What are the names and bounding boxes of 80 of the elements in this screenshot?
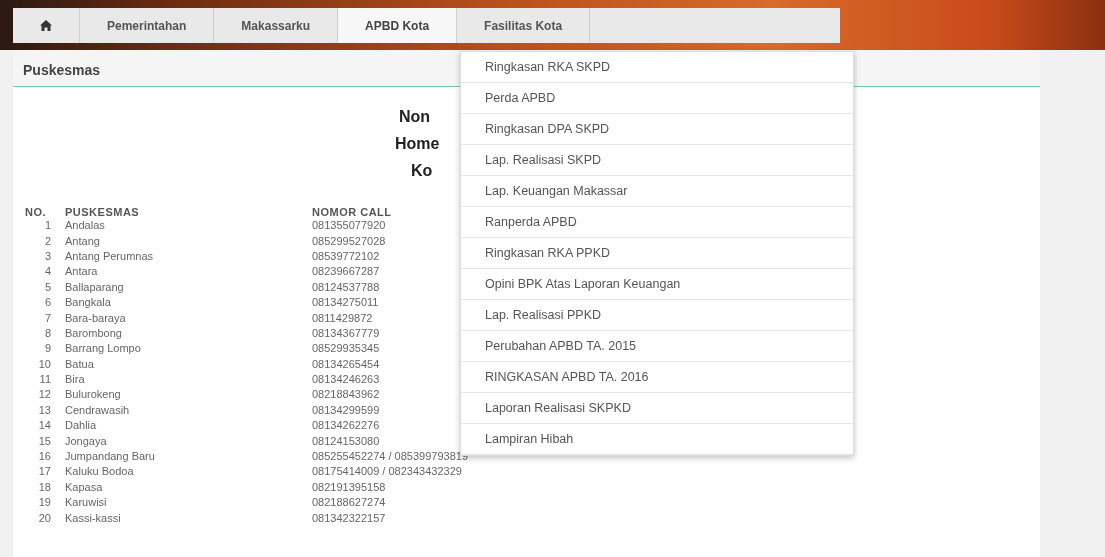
menu-item[interactable]: Ranperda APBD xyxy=(461,207,853,238)
menu-item[interactable]: Ringkasan RKA SKPD xyxy=(461,52,853,83)
menu-item[interactable]: RINGKASAN APBD TA. 2016 xyxy=(461,362,853,393)
table-cell: 08134275011 xyxy=(312,296,379,309)
heading-line: Home xyxy=(395,134,440,154)
table-cell: Cendrawasih xyxy=(65,403,130,416)
table-cell: 6 xyxy=(44,296,51,309)
menu-item[interactable]: Perubahan APBD TA. 2015 xyxy=(461,331,853,362)
column-header: NO. xyxy=(25,206,47,218)
table-cell: 0811429872 xyxy=(312,311,373,324)
table-cell: 08134262276 xyxy=(312,419,380,432)
table-cell: 1 xyxy=(44,219,51,232)
nav-tab[interactable]: APBD Kota xyxy=(338,8,458,43)
table-cell: 085299527028 xyxy=(312,234,386,247)
table-cell: Antang xyxy=(65,234,100,247)
table-cell: 13 xyxy=(38,403,51,416)
table-cell: 08134367779 xyxy=(312,326,380,339)
table-cell: 3 xyxy=(44,249,51,262)
menu-item[interactable]: Ringkasan DPA SKPD xyxy=(461,114,853,145)
table-cell: Jumpandang Baru xyxy=(65,450,155,463)
table-cell: 08539772102 xyxy=(312,249,380,262)
table-cell: 08134299599 xyxy=(312,403,380,416)
table-cell: 11 xyxy=(39,373,51,386)
table-cell: 08124537788 xyxy=(312,280,380,293)
table-cell: 082191395158 xyxy=(312,480,386,493)
table-cell: Bangkala xyxy=(65,296,111,309)
table-cell: 082188627274 xyxy=(312,496,386,509)
table-cell: 2 xyxy=(44,234,51,247)
menu-item[interactable]: Perda APBD xyxy=(461,83,853,114)
menu-item[interactable]: Lap. Realisasi SKPD xyxy=(461,145,853,176)
table-cell: 20 xyxy=(38,511,51,524)
table-cell: Bulurokeng xyxy=(65,388,121,401)
table-cell: Bara-baraya xyxy=(65,311,126,324)
table-cell: Antang Perumnas xyxy=(65,249,154,262)
table-cell: 08134265454 xyxy=(312,357,380,370)
table-cell: 08134246263 xyxy=(312,373,380,386)
heading-line: Ko xyxy=(411,161,433,181)
table-cell: 08239667287 xyxy=(312,265,380,278)
table-cell: 081355077920 xyxy=(312,219,386,232)
table-cell: Batua xyxy=(65,357,94,370)
table-cell: 08529935345 xyxy=(312,342,380,355)
table-cell: 15 xyxy=(38,434,51,447)
table-cell: Andalas xyxy=(65,219,105,232)
table-cell: 18 xyxy=(38,480,51,493)
table-cell: 8 xyxy=(44,326,51,339)
table-cell: 12 xyxy=(38,388,51,401)
table-cell: Antara xyxy=(65,265,98,278)
menu-item[interactable]: Ringkasan RKA PPKD xyxy=(461,238,853,269)
table-cell: 08124153080 xyxy=(312,434,380,447)
table-cell: 10 xyxy=(38,357,51,370)
table-cell: 08175414009 / 082343432329 xyxy=(312,465,462,478)
table-cell: Dahlia xyxy=(65,419,97,432)
table-cell: Kapasa xyxy=(65,480,103,493)
table-cell: 5 xyxy=(44,280,51,293)
table-cell: 16 xyxy=(38,450,51,463)
table-cell: Kaluku Bodoa xyxy=(65,465,134,478)
home-icon xyxy=(40,20,52,31)
menu-item[interactable]: Lap. Realisasi PPKD xyxy=(461,300,853,331)
menu-item[interactable]: Lampiran Hibah xyxy=(461,424,853,455)
table-cell: 081342322157 xyxy=(312,511,386,524)
menu-item[interactable]: Laporan Realisasi SKPKD xyxy=(461,393,853,424)
column-header: PUSKESMAS xyxy=(65,206,140,218)
table-cell: 9 xyxy=(44,342,51,355)
table-cell: 14 xyxy=(38,419,51,432)
table-cell: 4 xyxy=(44,265,51,278)
menu-item[interactable]: Opini BPK Atas Laporan Keuangan xyxy=(461,269,853,300)
table-cell: 08218843962 xyxy=(312,388,380,401)
table-cell: Barrang Lompo xyxy=(65,342,141,355)
table-cell: 17 xyxy=(38,465,51,478)
table-cell: Barombong xyxy=(65,326,122,339)
heading-line: Non xyxy=(399,107,431,127)
table-cell: Jongaya xyxy=(65,434,107,447)
table-cell: Kassi-kassi xyxy=(65,511,121,524)
table-cell: Bira xyxy=(65,373,85,386)
table-cell: 7 xyxy=(44,311,51,324)
menu-item[interactable]: Lap. Keuangan Makassar xyxy=(461,176,853,207)
table-cell: Ballaparang xyxy=(65,280,124,293)
table-cell: 19 xyxy=(38,496,51,509)
table-cell: Karuwisi xyxy=(65,496,107,509)
column-header: NOMOR CALL xyxy=(312,206,392,218)
